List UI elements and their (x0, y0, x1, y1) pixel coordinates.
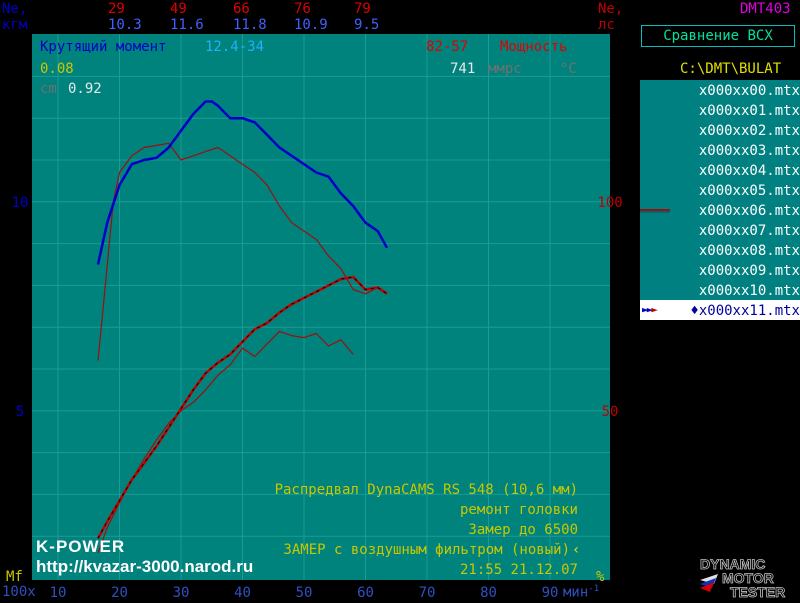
torque-marker: 10.3 (108, 17, 142, 33)
file-name: x000xx01.mtx (698, 103, 800, 119)
note-head-repair: ремонт головки (459, 502, 578, 518)
file-name: x000xx04.mtx (698, 163, 800, 179)
reference-color-swatch (640, 202, 670, 218)
rpm-marker: 29 (108, 1, 125, 17)
dmt-logo-art: DYNAMIC MOTOR TESTER (700, 556, 786, 601)
temperature-unit: °C (560, 61, 577, 77)
file-item[interactable]: x000xx04.mtx (640, 160, 800, 180)
right-unit-bottom: лс (598, 17, 615, 33)
file-list: x000xx00.mtx x000xx01.mtx x000xx02.mtx x… (640, 80, 800, 320)
file-item[interactable]: x000xx03.mtx (640, 140, 800, 160)
torque-legend-value: 12.4-34 (205, 39, 265, 55)
logo-line-3: TESTER (730, 584, 785, 600)
file-item-marked[interactable]: x000xx06.mtx (640, 200, 800, 220)
file-name: x000xx02.mtx (698, 123, 800, 139)
rpm-marker: 66 (233, 1, 250, 17)
file-name: x000xx08.mtx (698, 243, 800, 259)
compare-button[interactable]: Сравнение ВСХ (641, 25, 795, 47)
file-name: x000xx05.mtx (698, 183, 800, 199)
power-legend-label: Мощность (500, 39, 568, 55)
file-item[interactable]: x000xx02.mtx (640, 120, 800, 140)
x-tick-label: 90 (542, 585, 559, 600)
file-item[interactable]: x000xx05.mtx (640, 180, 800, 200)
x-tick-label: 20 (111, 585, 128, 600)
file-name: x000xx03.mtx (698, 143, 800, 159)
y-left-tick-label: 10 (12, 195, 29, 211)
selection-arrows-icon: ►►► (642, 303, 658, 316)
file-item[interactable]: x000xx10.mtx (640, 280, 800, 300)
file-item-selected[interactable]: ►►► ♦x000xx11.mtx (640, 300, 800, 320)
file-item[interactable]: x000xx00.mtx (640, 80, 800, 100)
rpm-marker: 76 (294, 1, 311, 17)
x-tick-label: 50 (296, 585, 313, 600)
right-unit-top: Ne, (598, 1, 624, 17)
rpm-marker: 79 (354, 1, 371, 17)
note-air-filter: ЗАМЕР с воздушным фильтром (новый) (283, 542, 570, 558)
cm-label: cm (40, 81, 57, 97)
pressure-unit: ммрс (488, 61, 522, 77)
file-name: x000xx09.mtx (698, 263, 800, 279)
note-camshaft: Распредвал DynaCAMS RS 548 (10,6 мм) (274, 482, 578, 498)
datetime: 21:55 21.12.07 (459, 562, 578, 578)
pressure-value: 741 (450, 61, 476, 77)
x-tick-label: 40 (234, 585, 251, 600)
note-rpm-limit: Замер до 6500 (468, 522, 578, 538)
file-name: x000xx10.mtx (698, 283, 800, 299)
x-tick-label: 80 (480, 585, 497, 600)
x-tick-label: 10 (50, 585, 67, 600)
cm-value: 0.92 (68, 81, 102, 97)
left-unit-top: Ne, (2, 1, 28, 17)
plot-area (32, 34, 610, 580)
left-unit-bottom: кгм (2, 17, 28, 33)
power-legend-value: 82-57 (426, 39, 469, 55)
y-right-tick-label: 100 (597, 195, 622, 211)
company-url[interactable]: http://kvazar-3000.narod.ru (36, 558, 253, 575)
company-name: K-POWER (36, 537, 126, 556)
file-name: ♦x000xx11.mtx (690, 303, 800, 319)
file-name: x000xx07.mtx (698, 223, 800, 239)
k-value: 0.08 (40, 61, 74, 77)
torque-marker: 10.9 (294, 17, 328, 33)
y-right-tick-label: 50 (602, 404, 619, 420)
x-tick-label: 60 (357, 585, 374, 600)
file-item[interactable]: x000xx01.mtx (640, 100, 800, 120)
dmt-logo: DYNAMIC MOTOR TESTER (700, 556, 800, 601)
torque-legend-label: Крутящий момент (40, 39, 167, 55)
note-cursor-icon: ‹ (572, 542, 581, 558)
file-item[interactable]: x000xx08.mtx (640, 240, 800, 260)
x-axis-prefix: 100x (2, 584, 36, 600)
app-title: DMT403 (740, 1, 791, 17)
file-item[interactable]: x000xx09.mtx (640, 260, 800, 280)
file-item[interactable]: x000xx07.mtx (640, 220, 800, 240)
x-tick-label: 30 (173, 585, 190, 600)
torque-marker: 9.5 (354, 17, 380, 33)
torque-marker: 11.6 (170, 17, 204, 33)
x-tick-label: 70 (419, 585, 436, 600)
file-path: C:\DMT\BULAT (680, 61, 782, 77)
mf-label: Mf (6, 569, 23, 585)
y-left-tick-label: 5 (16, 404, 24, 420)
rpm-marker: 49 (170, 1, 187, 17)
torque-marker: 11.8 (233, 17, 267, 33)
percent-label: % (596, 569, 605, 585)
file-name: x000xx06.mtx (698, 203, 800, 219)
file-name: x000xx00.mtx (698, 83, 800, 99)
x-axis-unit: мин-1 (563, 584, 600, 601)
